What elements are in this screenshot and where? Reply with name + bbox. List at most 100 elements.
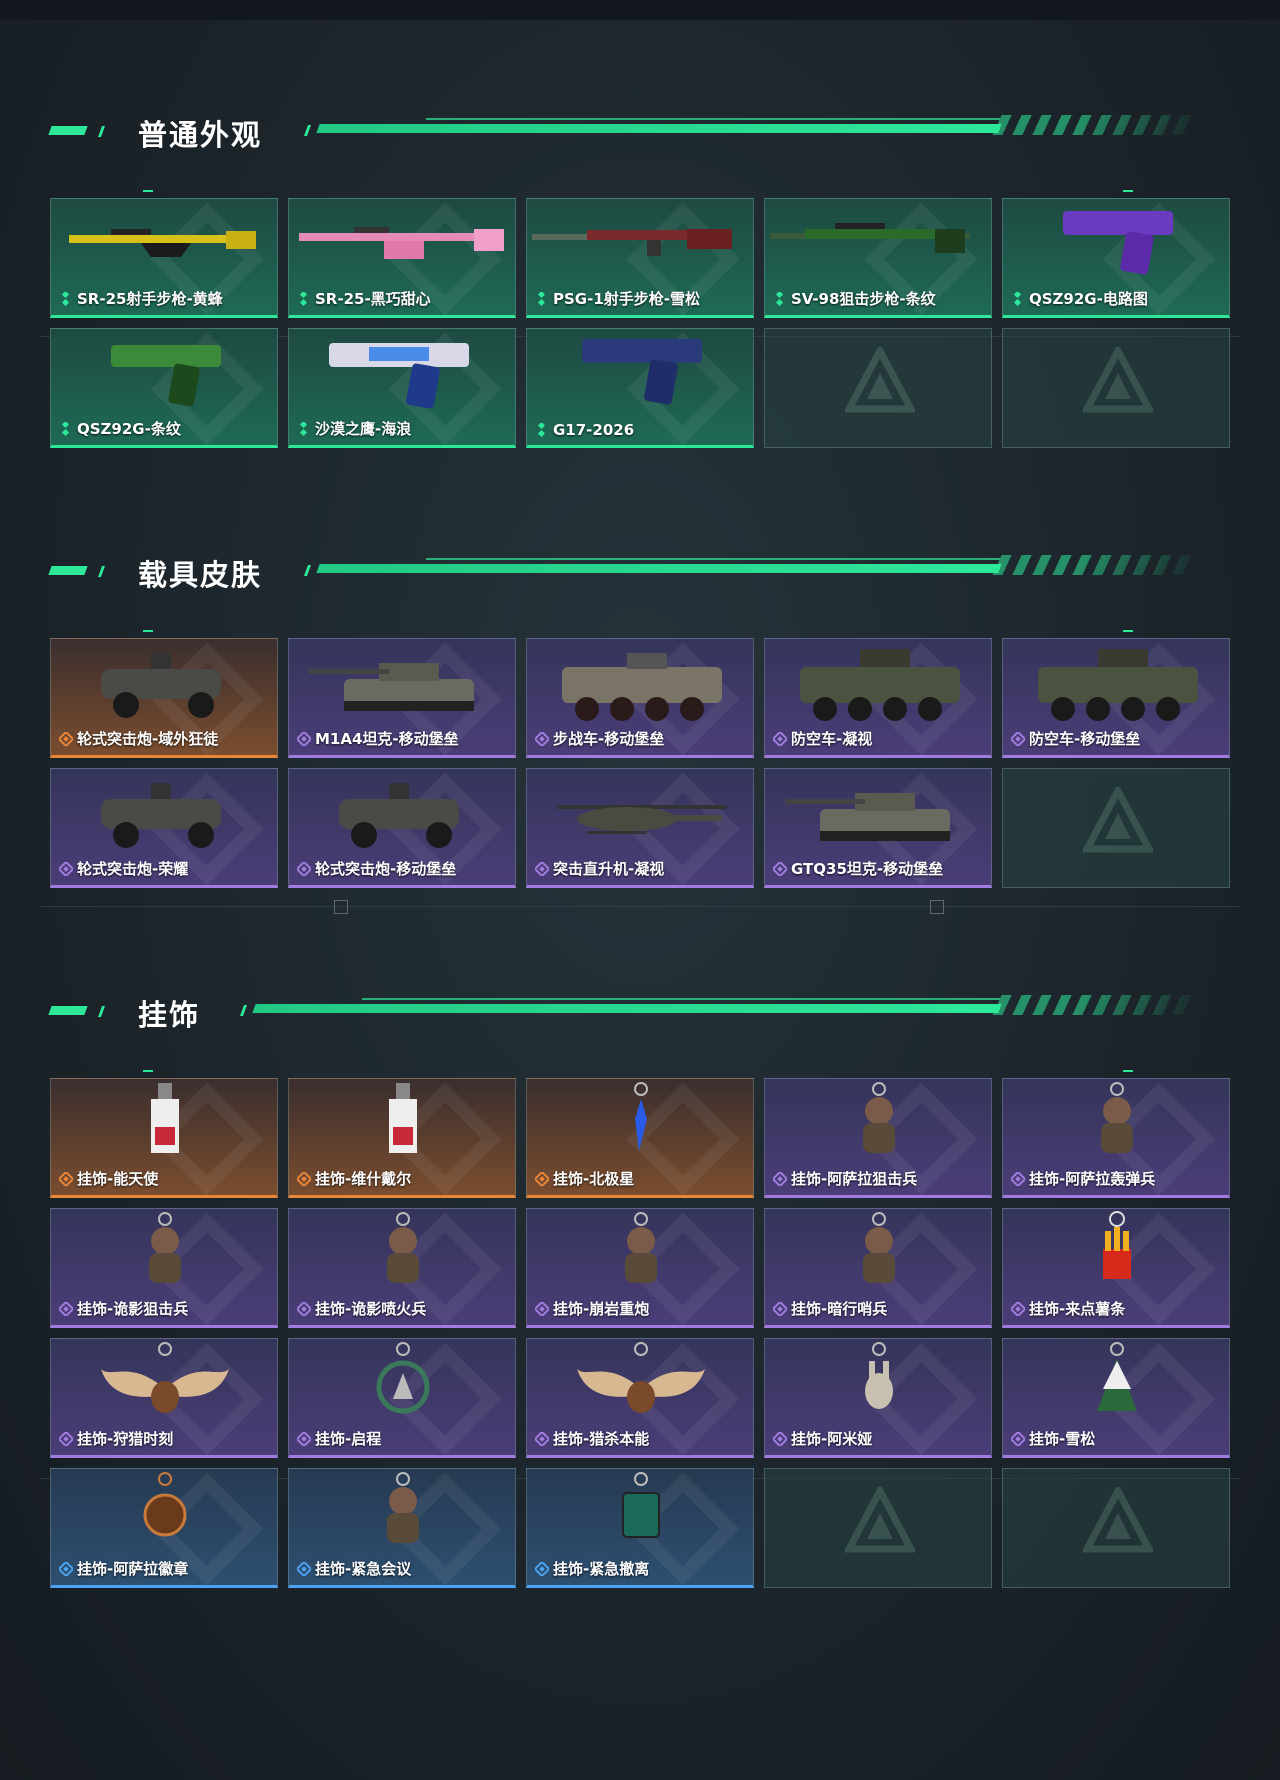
item-card[interactable]: 防空车-移动堡垒	[1002, 638, 1230, 758]
rarity-icon	[299, 421, 308, 436]
header-accent-slash	[239, 1005, 248, 1016]
frame-corner-box	[930, 900, 944, 914]
section: 普通外观 SR-25射手步枪-黄蜂 SR-25-黑巧甜心 PSG-1射手步枪-雪…	[0, 110, 1280, 458]
item-card[interactable]: 轮式突击炮-荣耀	[50, 768, 278, 888]
item-label-row: 防空车-移动堡垒	[1011, 728, 1140, 749]
frame-tick	[1123, 1070, 1133, 1072]
page: 普通外观 SR-25射手步枪-黄蜂 SR-25-黑巧甜心 PSG-1射手步枪-雪…	[0, 0, 1280, 1780]
item-card[interactable]: G17-2026	[526, 328, 754, 448]
header-checker-pattern	[992, 115, 1207, 135]
item-label-row: QSZ92G-条纹	[59, 418, 181, 439]
item-label: 防空车-凝视	[791, 730, 873, 748]
item-label: 挂饰-紧急撤离	[553, 1560, 650, 1578]
item-label-row: PSG-1射手步枪-雪松	[535, 288, 700, 309]
aa-vehicle-icon	[1038, 649, 1198, 721]
rarity-icon	[535, 1171, 549, 1186]
item-label-row: QSZ92G-电路图	[1011, 288, 1148, 309]
section: 挂饰 挂饰-能天使 挂饰-维什戴尔 挂饰-北极星 挂饰-阿萨拉狙击兵 挂饰-阿萨…	[0, 990, 1280, 1598]
item-label: 挂饰-维什戴尔	[315, 1170, 412, 1188]
item-label-row: 挂饰-能天使	[59, 1168, 158, 1189]
item-card[interactable]: GTQ35坦克-移动堡垒	[764, 768, 992, 888]
rarity-icon	[1011, 1431, 1025, 1446]
rarity-icon	[535, 1301, 549, 1316]
item-card[interactable]: 挂饰-诡影狙击兵	[50, 1208, 278, 1328]
item-card[interactable]: 挂饰-猎杀本能	[526, 1338, 754, 1458]
item-label: QSZ92G-条纹	[77, 420, 181, 438]
charm-antler-icon	[101, 1342, 229, 1413]
item-card[interactable]: 沙漠之鹰-海浪	[288, 328, 516, 448]
rarity-icon	[59, 1171, 73, 1186]
rarity-icon	[535, 1561, 549, 1576]
item-card[interactable]: 挂饰-来点薯条	[1002, 1208, 1230, 1328]
top-bar	[0, 0, 1280, 20]
rarity-icon	[59, 1431, 73, 1446]
rarity-icon	[59, 731, 73, 746]
item-label: 挂饰-崩岩重炮	[553, 1300, 650, 1318]
rarity-icon	[773, 1301, 787, 1316]
item-card[interactable]: 挂饰-紧急撤离	[526, 1468, 754, 1588]
item-card[interactable]: M1A4坦克-移动堡垒	[288, 638, 516, 758]
rarity-icon	[1011, 1301, 1025, 1316]
item-label-row: 轮式突击炮-移动堡垒	[297, 858, 456, 879]
item-label-row: 挂饰-雪松	[1011, 1428, 1095, 1449]
item-card[interactable]: 挂饰-紧急会议	[288, 1468, 516, 1588]
charm-figure-icon	[625, 1212, 657, 1283]
item-card[interactable]: 挂饰-能天使	[50, 1078, 278, 1198]
item-label: 轮式突击炮-域外狂徒	[77, 730, 219, 748]
divider-line	[40, 906, 1240, 907]
item-label-row: 突击直升机-凝视	[535, 858, 664, 879]
item-card[interactable]: 挂饰-雪松	[1002, 1338, 1230, 1458]
charm-figure-icon	[387, 1212, 419, 1283]
item-label: SR-25-黑巧甜心	[315, 290, 431, 308]
item-card[interactable]: 步战车-移动堡垒	[526, 638, 754, 758]
item-label: 挂饰-雪松	[1029, 1430, 1096, 1448]
item-card[interactable]: 挂饰-狩猎时刻	[50, 1338, 278, 1458]
tank-icon	[309, 663, 474, 711]
item-card[interactable]: 轮式突击炮-移动堡垒	[288, 768, 516, 888]
section-title: 普通外观	[138, 118, 263, 152]
item-label: QSZ92G-电路图	[1029, 290, 1148, 308]
item-label-row: SR-25-黑巧甜心	[297, 288, 431, 309]
item-card[interactable]: 轮式突击炮-域外狂徒	[50, 638, 278, 758]
rarity-icon	[59, 1561, 73, 1576]
rarity-icon	[535, 1431, 549, 1446]
item-card[interactable]: QSZ92G-条纹	[50, 328, 278, 448]
item-label-row: 步战车-移动堡垒	[535, 728, 664, 749]
item-card[interactable]: 挂饰-启程	[288, 1338, 516, 1458]
rarity-icon	[537, 423, 546, 437]
item-card[interactable]: 挂饰-崩岩重炮	[526, 1208, 754, 1328]
charm-figure-icon	[863, 1082, 895, 1153]
frame-tick	[1123, 630, 1133, 632]
logo-watermark-icon	[1083, 1487, 1153, 1553]
item-card[interactable]: 挂饰-阿米娅	[764, 1338, 992, 1458]
item-card[interactable]: 挂饰-阿萨拉轰弹兵	[1002, 1078, 1230, 1198]
frame-corner-box	[334, 900, 348, 914]
item-card[interactable]: 突击直升机-凝视	[526, 768, 754, 888]
item-label: 挂饰-狩猎时刻	[77, 1430, 174, 1448]
item-card[interactable]: QSZ92G-电路图	[1002, 198, 1230, 318]
item-card[interactable]: PSG-1射手步枪-雪松	[526, 198, 754, 318]
header-accent-bar	[48, 126, 88, 135]
item-card[interactable]: 挂饰-阿萨拉徽章	[50, 1468, 278, 1588]
item-card[interactable]: 防空车-凝视	[764, 638, 992, 758]
pistol-wave-icon	[329, 343, 469, 409]
item-label-row: 防空车-凝视	[773, 728, 872, 749]
rifle-red-icon	[532, 229, 732, 256]
item-label-row: 挂饰-崩岩重炮	[535, 1298, 649, 1319]
rarity-icon	[61, 421, 70, 436]
rarity-icon	[297, 1561, 311, 1576]
item-label-row: M1A4坦克-移动堡垒	[297, 728, 459, 749]
item-card[interactable]: 挂饰-阿萨拉狙击兵	[764, 1078, 992, 1198]
item-label-row: 挂饰-暗行哨兵	[773, 1298, 887, 1319]
item-card[interactable]: 挂饰-维什戴尔	[288, 1078, 516, 1198]
item-card[interactable]: SV-98狙击步枪-条纹	[764, 198, 992, 318]
item-card[interactable]: 挂饰-暗行哨兵	[764, 1208, 992, 1328]
section-title: 载具皮肤	[138, 558, 263, 592]
item-card[interactable]: 挂饰-诡影喷火兵	[288, 1208, 516, 1328]
rarity-icon	[535, 861, 549, 876]
item-card[interactable]: SR-25射手步枪-黄蜂	[50, 198, 278, 318]
item-card[interactable]: 挂饰-北极星	[526, 1078, 754, 1198]
helicopter-icon	[557, 805, 727, 834]
item-label-row: G17-2026	[535, 421, 634, 439]
item-card[interactable]: SR-25-黑巧甜心	[288, 198, 516, 318]
